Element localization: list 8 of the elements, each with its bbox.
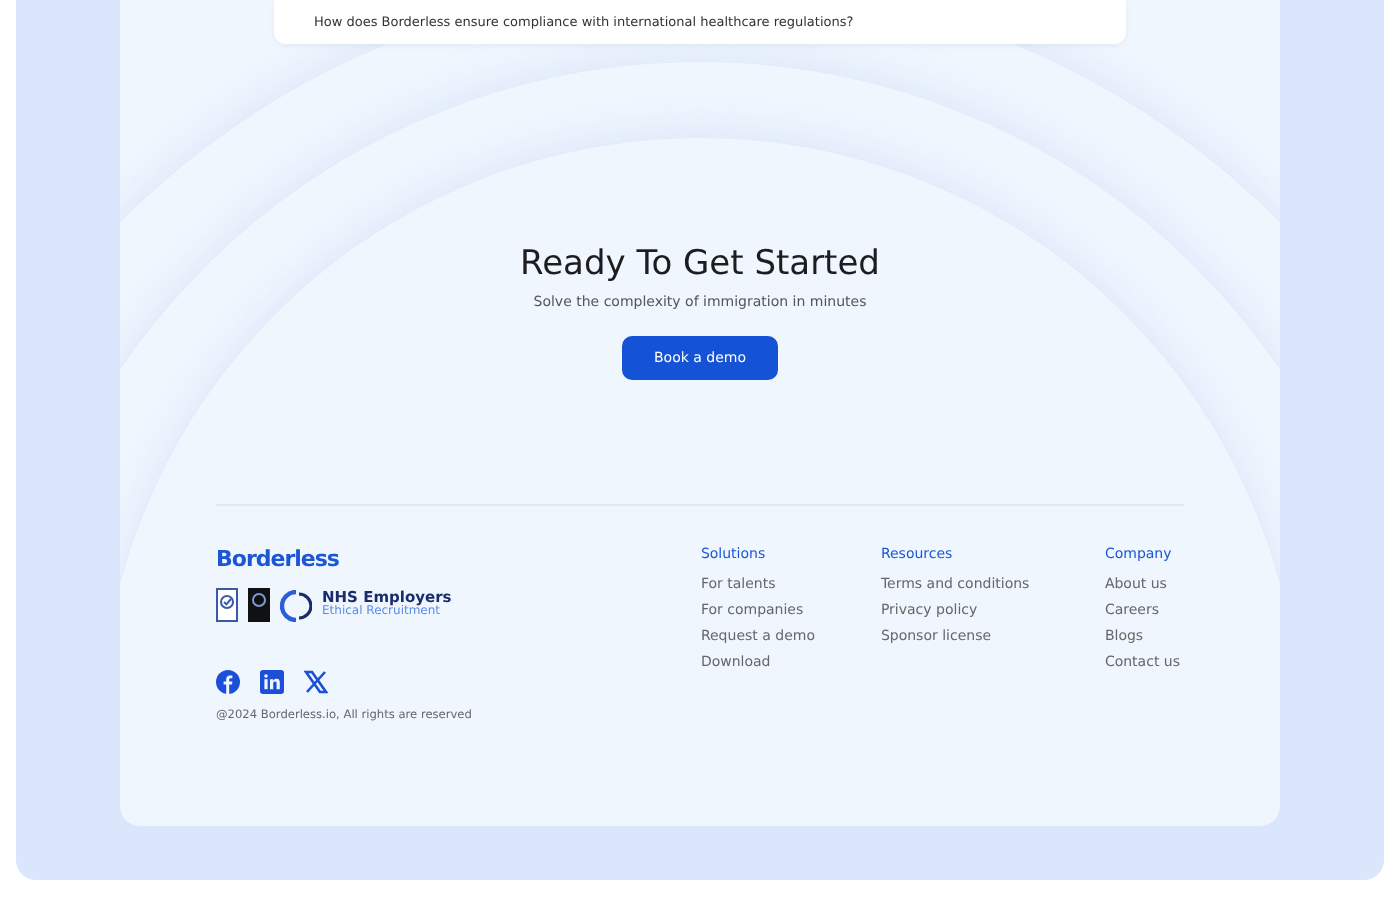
certificate-icon [248, 588, 270, 622]
brand-logo[interactable]: Borderless [216, 546, 472, 572]
linkedin-icon[interactable] [260, 670, 284, 694]
ring-logo-icon [280, 589, 312, 621]
cta-title: Ready To Get Started [520, 244, 880, 284]
facebook-icon[interactable] [216, 670, 240, 694]
certificate-icon [216, 588, 238, 622]
x-icon[interactable] [304, 670, 328, 694]
